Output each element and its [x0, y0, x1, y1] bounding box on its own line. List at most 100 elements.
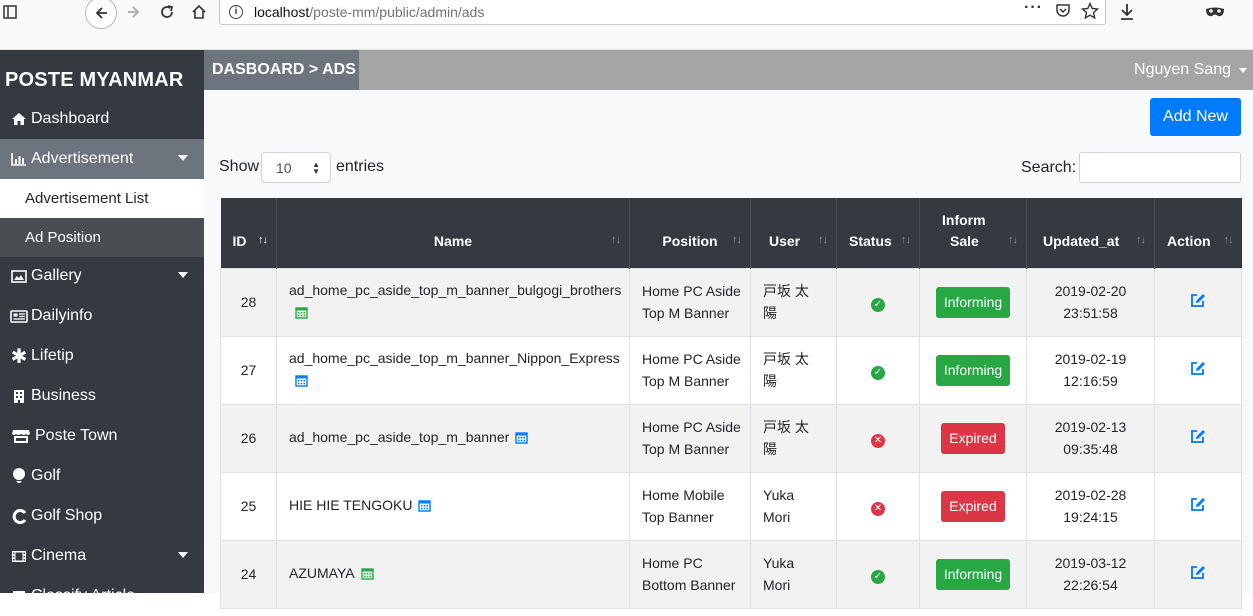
cell-action: [1154, 403, 1242, 473]
private-mask-icon[interactable]: [1203, 0, 1227, 24]
user-name: Nguyen Sang: [1134, 61, 1231, 78]
col-header-label: Sale: [950, 232, 979, 249]
sidebar-item-dashboard[interactable]: Dashboard: [0, 99, 204, 139]
sort-icon: ↑↓: [732, 233, 742, 246]
edit-icon[interactable]: [1190, 428, 1206, 450]
sidebar-item-label: Golf Shop: [31, 507, 103, 524]
sort-icon: ↑↓: [1223, 233, 1234, 246]
sidebar-subitem-label: Ad Position: [25, 229, 101, 246]
sidebar-item-cinema[interactable]: Cinema: [0, 536, 204, 576]
sidebar-subitem-ad-position[interactable]: Ad Position: [0, 218, 204, 257]
reload-button[interactable]: [155, 0, 179, 24]
more-actions-icon[interactable]: ···: [1024, 0, 1043, 17]
position-line-1: Home PC: [642, 555, 703, 571]
forward-button[interactable]: [122, 0, 146, 24]
home-button[interactable]: [187, 0, 211, 24]
back-button[interactable]: [85, 0, 117, 29]
sidebar-item-poste-town[interactable]: Poste Town: [0, 416, 204, 456]
position-line-1: Home PC Aside: [642, 419, 741, 435]
calendar-icon[interactable]: [360, 564, 374, 586]
cell-id: 27: [220, 335, 277, 405]
calendar-icon[interactable]: [418, 496, 432, 518]
cell-status: ✕: [836, 403, 920, 473]
sidebar-item-golf-shop[interactable]: Golf Shop: [0, 496, 204, 536]
sidebar-item-label: Golf: [31, 467, 61, 484]
cell-updated-at: 2019-03-12 22:26:54: [1026, 539, 1155, 609]
edit-icon[interactable]: [1190, 564, 1206, 586]
col-header-id[interactable]: ID ↑↓: [220, 198, 277, 268]
updated-date: 2019-02-19: [1054, 351, 1127, 367]
position-line-1: Home PC Aside: [642, 283, 741, 299]
cell-updated-at: 2019-02-20 23:51:58: [1026, 267, 1155, 337]
entries-value: 10: [276, 159, 292, 176]
edit-icon[interactable]: [1190, 496, 1206, 518]
col-header-updated-at[interactable]: Updated_at ↑↓: [1026, 198, 1155, 268]
sidebar-item-label: Business: [31, 387, 96, 404]
position-line-1: Home PC Aside: [642, 351, 741, 367]
col-header-label: ID: [232, 232, 247, 249]
sidebar-item-classify-article[interactable]: Classify Article: [0, 576, 204, 616]
bookmark-star-icon[interactable]: [1080, 1, 1100, 25]
cell-inform-sale: Expired: [919, 403, 1027, 473]
add-new-button[interactable]: Add New: [1150, 98, 1241, 136]
cell-status: ✓: [836, 267, 920, 337]
store-icon: [9, 429, 33, 444]
user-menu[interactable]: Nguyen Sang: [1134, 50, 1247, 90]
updated-time: 23:51:58: [1063, 305, 1118, 321]
updated-date: 2019-02-13: [1054, 419, 1127, 435]
sidebar-item-advertisement[interactable]: Advertisement: [0, 139, 204, 179]
cell-user: 戸坂 太陽: [750, 267, 837, 337]
user-line-2: Mori: [763, 509, 791, 525]
col-header-inform-sale[interactable]: Inform Sale ↑↓: [919, 198, 1027, 268]
cell-status: ✕: [836, 471, 920, 541]
col-header-action[interactable]: Action ↑↓: [1154, 198, 1242, 268]
position-line-2: Bottom Banner: [642, 577, 736, 593]
main-content: Add New Show 10 ▲ ▼ entries Search: ID ↑↓ …: [204, 90, 1253, 609]
table-row: 26 ad_home_pc_aside_top_m_banner Home PC…: [220, 403, 1242, 473]
col-header-name[interactable]: Name ↑↓: [276, 198, 630, 268]
position-line-2: Top M Banner: [642, 441, 730, 457]
edit-icon[interactable]: [1190, 292, 1206, 314]
col-header-label: Position: [662, 232, 718, 249]
building-icon: [9, 389, 29, 404]
info-icon[interactable]: i: [229, 4, 243, 19]
sidebar-item-lifetip[interactable]: ✱ Lifetip: [0, 336, 204, 376]
chevron-down-icon: [1239, 67, 1247, 73]
cell-inform-sale: Informing: [919, 267, 1027, 337]
edit-icon[interactable]: [1190, 360, 1206, 382]
cell-inform-sale: Expired: [919, 471, 1027, 541]
download-icon[interactable]: [1117, 0, 1137, 24]
golf-shop-icon: [9, 508, 29, 524]
brand-logo[interactable]: POSTE MYANMAR: [5, 69, 184, 92]
col-header-position[interactable]: Position ↑↓: [629, 198, 751, 268]
cell-updated-at: 2019-02-28 19:24:15: [1026, 471, 1155, 541]
calendar-icon[interactable]: [295, 303, 308, 325]
ad-name: ad_home_pc_aside_top_m_banner: [289, 429, 510, 446]
search-input[interactable]: [1079, 152, 1241, 183]
sidebar-item-gallery[interactable]: Gallery: [0, 256, 204, 296]
check-circle-icon: ✓: [871, 298, 885, 312]
cell-user: Yuka Mori: [750, 539, 837, 609]
sidebar-item-business[interactable]: Business: [0, 376, 204, 416]
newspaper-icon: [9, 309, 29, 323]
inform-badge: Informing: [935, 558, 1011, 590]
col-header-user[interactable]: User ↑↓: [750, 198, 837, 268]
calendar-icon[interactable]: [515, 428, 528, 450]
pocket-icon[interactable]: [1055, 2, 1071, 23]
sidebar-toggle-icon[interactable]: [0, 0, 20, 24]
calendar-icon[interactable]: [295, 371, 308, 393]
col-header-label: Inform: [942, 211, 986, 228]
sidebar-item-label: Lifetip: [31, 347, 74, 364]
sidebar-subitem-advertisement-list[interactable]: Advertisement List: [0, 179, 204, 218]
url-path: /poste-mm/public/admin/ads: [309, 3, 485, 20]
x-circle-icon: ✕: [871, 434, 885, 448]
home-icon: [9, 112, 29, 126]
cell-id: 28: [220, 267, 277, 337]
sidebar-item-golf[interactable]: Golf: [0, 456, 204, 496]
url-bar[interactable]: i localhost/poste-mm/public/admin/ads ··…: [219, 0, 1106, 25]
col-header-label: User: [769, 232, 801, 249]
col-header-status[interactable]: Status ↑↓: [836, 198, 920, 268]
id-value: 26: [240, 430, 257, 446]
entries-select[interactable]: 10 ▲ ▼: [261, 152, 331, 183]
sidebar-item-dailyinfo[interactable]: Dailyinfo: [0, 296, 204, 336]
